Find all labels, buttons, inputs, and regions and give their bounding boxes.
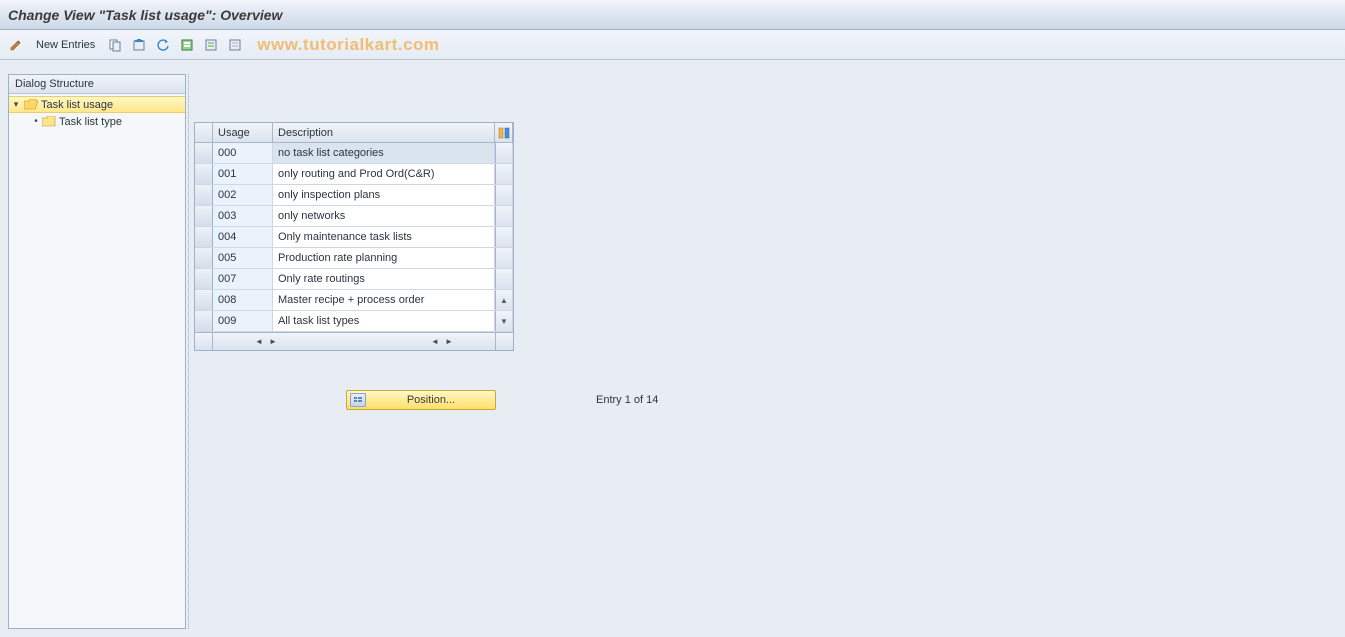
cell-usage[interactable]: 000 bbox=[213, 143, 273, 163]
folder-open-icon bbox=[24, 99, 38, 110]
table-row: 000no task list categories bbox=[195, 143, 513, 164]
scroll-right-end-icon[interactable]: ► bbox=[443, 336, 455, 348]
dialog-structure-header: Dialog Structure bbox=[9, 75, 185, 94]
table-footer-controls: Position... Entry 1 of 14 bbox=[346, 390, 658, 410]
tree-label: Task list type bbox=[59, 116, 122, 128]
cell-description[interactable]: All task list types bbox=[273, 311, 495, 331]
table-header-row: Usage Description bbox=[195, 123, 513, 143]
row-selector[interactable] bbox=[195, 227, 213, 247]
vscroll-track[interactable] bbox=[495, 185, 513, 205]
title-bar: Change View "Task list usage": Overview bbox=[0, 0, 1345, 30]
cell-description[interactable]: Only maintenance task lists bbox=[273, 227, 495, 247]
vscroll-track[interactable] bbox=[495, 227, 513, 247]
cell-description[interactable]: only routing and Prod Ord(C&R) bbox=[273, 164, 495, 184]
vscroll-down-icon[interactable]: ▼ bbox=[495, 311, 513, 331]
table-row: 009All task list types▼ bbox=[195, 311, 513, 332]
table-row: 007Only rate routings bbox=[195, 269, 513, 290]
position-button-label: Position... bbox=[370, 394, 492, 406]
row-selector[interactable] bbox=[195, 311, 213, 331]
cell-usage[interactable]: 007 bbox=[213, 269, 273, 289]
position-button[interactable]: Position... bbox=[346, 390, 496, 410]
cell-description[interactable]: Production rate planning bbox=[273, 248, 495, 268]
usage-table: Usage Description 000no task list catego… bbox=[194, 122, 514, 351]
watermark-text: www.tutorialkart.com bbox=[257, 35, 439, 55]
row-selector[interactable] bbox=[195, 143, 213, 163]
undo-change-icon[interactable] bbox=[153, 35, 173, 55]
vscroll-track[interactable] bbox=[495, 248, 513, 268]
scroll-left-end-icon[interactable]: ◄ bbox=[429, 336, 441, 348]
cell-usage[interactable]: 001 bbox=[213, 164, 273, 184]
cell-usage[interactable]: 002 bbox=[213, 185, 273, 205]
table-row: 008Master recipe + process order▲ bbox=[195, 290, 513, 311]
vertical-splitter[interactable] bbox=[188, 74, 192, 629]
table-configure-icon[interactable] bbox=[495, 123, 513, 142]
select-all-icon[interactable] bbox=[177, 35, 197, 55]
table-row: 005Production rate planning bbox=[195, 248, 513, 269]
table-body: 000no task list categories001only routin… bbox=[195, 143, 513, 332]
table-footer: ◄ ► ◄ ► bbox=[195, 332, 513, 350]
tree-leaf-bullet: • bbox=[31, 116, 41, 127]
vscroll-track[interactable] bbox=[495, 206, 513, 226]
row-selector[interactable] bbox=[195, 248, 213, 268]
new-entries-button[interactable]: New Entries bbox=[36, 39, 95, 51]
tree-collapse-icon[interactable]: ▾ bbox=[11, 100, 21, 110]
entry-count-text: Entry 1 of 14 bbox=[596, 394, 658, 406]
dialog-structure-tree: ▾ Task list usage • Task list type bbox=[9, 94, 185, 132]
vscroll-up-icon[interactable]: ▲ bbox=[495, 290, 513, 310]
row-selector[interactable] bbox=[195, 269, 213, 289]
cell-usage[interactable]: 009 bbox=[213, 311, 273, 331]
vscroll-track[interactable] bbox=[495, 143, 513, 163]
row-selector[interactable] bbox=[195, 164, 213, 184]
cell-usage[interactable]: 008 bbox=[213, 290, 273, 310]
column-header-usage[interactable]: Usage bbox=[213, 123, 273, 142]
deselect-all-icon[interactable] bbox=[225, 35, 245, 55]
row-selector[interactable] bbox=[195, 290, 213, 310]
table-row: 001only routing and Prod Ord(C&R) bbox=[195, 164, 513, 185]
cell-description[interactable]: only inspection plans bbox=[273, 185, 495, 205]
dialog-structure-panel: Dialog Structure ▾ Task list usage • Tas… bbox=[8, 74, 186, 629]
scroll-right-icon[interactable]: ► bbox=[267, 336, 279, 348]
cell-description[interactable]: Only rate routings bbox=[273, 269, 495, 289]
copy-as-icon[interactable] bbox=[105, 35, 125, 55]
scroll-left-icon[interactable]: ◄ bbox=[253, 336, 265, 348]
position-icon bbox=[350, 393, 366, 407]
table-row: 003only networks bbox=[195, 206, 513, 227]
app-toolbar: New Entries www.tutorialkart.com bbox=[0, 30, 1345, 60]
tree-node-task-list-type[interactable]: • Task list type bbox=[9, 113, 185, 130]
table-row: 004Only maintenance task lists bbox=[195, 227, 513, 248]
column-header-selector[interactable] bbox=[195, 123, 213, 142]
table-row: 002only inspection plans bbox=[195, 185, 513, 206]
cell-usage[interactable]: 004 bbox=[213, 227, 273, 247]
cell-usage[interactable]: 005 bbox=[213, 248, 273, 268]
folder-icon bbox=[42, 116, 56, 127]
page-title: Change View "Task list usage": Overview bbox=[8, 7, 282, 23]
cell-description[interactable]: no task list categories bbox=[273, 143, 495, 163]
row-selector[interactable] bbox=[195, 185, 213, 205]
column-header-description[interactable]: Description bbox=[273, 123, 495, 142]
tree-node-task-list-usage[interactable]: ▾ Task list usage bbox=[9, 96, 185, 113]
work-area: Dialog Structure ▾ Task list usage • Tas… bbox=[0, 60, 1345, 637]
select-block-icon[interactable] bbox=[201, 35, 221, 55]
cell-usage[interactable]: 003 bbox=[213, 206, 273, 226]
tree-label: Task list usage bbox=[41, 99, 113, 111]
toggle-display-change-icon[interactable] bbox=[6, 35, 26, 55]
vscroll-track[interactable] bbox=[495, 269, 513, 289]
cell-description[interactable]: Master recipe + process order bbox=[273, 290, 495, 310]
row-selector[interactable] bbox=[195, 206, 213, 226]
content-area: Usage Description 000no task list catego… bbox=[186, 60, 1345, 637]
vscroll-track[interactable] bbox=[495, 164, 513, 184]
cell-description[interactable]: only networks bbox=[273, 206, 495, 226]
delete-icon[interactable] bbox=[129, 35, 149, 55]
